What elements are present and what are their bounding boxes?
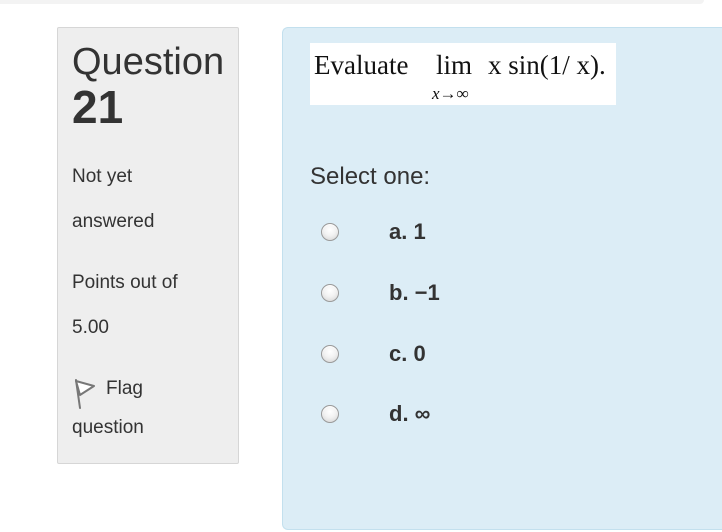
formula-expression: x sin(1/ x). <box>488 50 606 80</box>
points-line-1: Points out of <box>72 272 178 293</box>
formula-lim: lim <box>436 50 473 80</box>
select-one-prompt: Select one: <box>310 163 431 190</box>
status-line-1: Not yet <box>72 166 133 187</box>
answer-label-c[interactable]: c. 0 <box>389 341 426 367</box>
answer-label-d[interactable]: d. ∞ <box>389 401 430 427</box>
radio-button-d[interactable] <box>321 405 339 423</box>
answer-label-a[interactable]: a. 1 <box>389 219 426 245</box>
answer-label-b[interactable]: b. −1 <box>389 280 440 306</box>
radio-button-c[interactable] <box>321 345 339 363</box>
formula-image: Evaluate lim x sin(1/ x). x→∞ <box>310 43 616 105</box>
question-heading: Question <box>72 41 225 83</box>
answer-option-c[interactable]: c. 0 <box>321 341 426 367</box>
radio-button-b[interactable] <box>321 284 339 302</box>
points-value: 5.00 <box>72 317 109 338</box>
formula-evaluate: Evaluate <box>314 50 409 80</box>
question-info-panel: Question 21 Not yet answered Points out … <box>57 27 239 464</box>
radio-button-a[interactable] <box>321 223 339 241</box>
answer-option-a[interactable]: a. 1 <box>321 219 426 245</box>
status-line-2: answered <box>72 211 155 232</box>
top-divider <box>0 0 704 4</box>
flag-label-line-2[interactable]: question <box>72 405 224 450</box>
answer-option-b[interactable]: b. −1 <box>321 280 440 306</box>
question-content-panel: Evaluate lim x sin(1/ x). x→∞ Select one… <box>282 27 722 530</box>
formula-subscript: x→∞ <box>432 84 469 103</box>
quiz-page: Question 21 Not yet answered Points out … <box>0 0 722 532</box>
question-number: 21 <box>72 81 124 133</box>
answer-option-d[interactable]: d. ∞ <box>321 401 430 427</box>
